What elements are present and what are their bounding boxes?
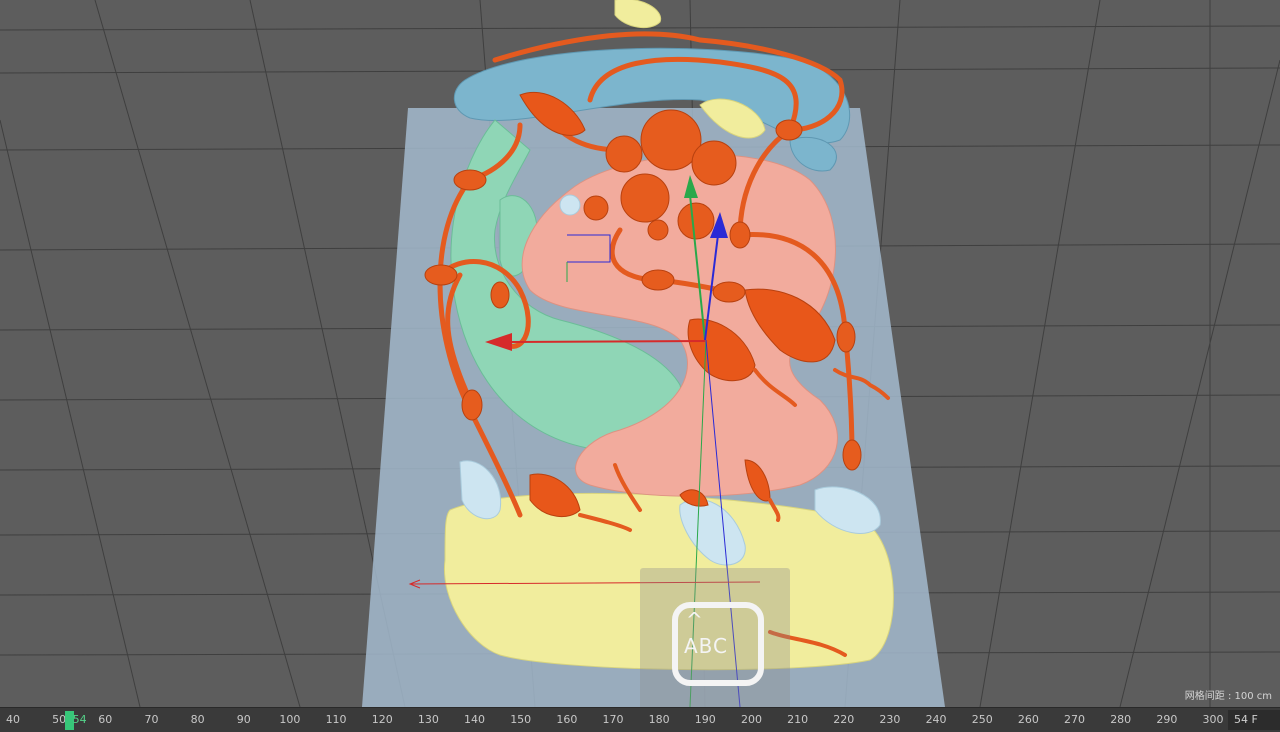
tick-label: 140 xyxy=(464,713,486,726)
tick-label: 280 xyxy=(1110,713,1132,726)
tick-label: 150 xyxy=(510,713,532,726)
text-abc-icon[interactable]: ^ ABC xyxy=(672,602,764,686)
tick-label: 100 xyxy=(279,713,301,726)
tick-label: 120 xyxy=(371,713,393,726)
tick-label: 180 xyxy=(648,713,670,726)
tick-label: 60 xyxy=(98,713,113,726)
tick-label: 40 xyxy=(6,713,20,726)
grid-spacing-label: 网格间距 : 100 cm xyxy=(1184,691,1272,702)
current-frame-label: 54 xyxy=(72,713,87,726)
timeline-ruler[interactable]: 40 50 54 60 70 80 90 100 110 120 130 140 150 160 170 18… xyxy=(0,708,1224,732)
tick-label: 190 xyxy=(694,713,716,726)
tick-label: 290 xyxy=(1156,713,1178,726)
abc-label: ABC xyxy=(684,634,729,658)
tick-label: 130 xyxy=(417,713,439,726)
tick-label: 90 xyxy=(236,713,251,726)
tick-label: 160 xyxy=(556,713,578,726)
tick-label: 110 xyxy=(325,713,347,726)
3d-viewport[interactable]: ^ ABC 网格间距 : 100 cm xyxy=(0,0,1280,707)
tick-label: 260 xyxy=(1017,713,1039,726)
tick-label: 300 xyxy=(1202,713,1224,726)
timeline-bar[interactable]: 40 50 54 60 70 80 90 100 110 120 130 140 150 160 170 18… xyxy=(0,707,1280,732)
tick-label: 170 xyxy=(602,713,624,726)
tick-label: 70 xyxy=(144,713,159,726)
tick-label: 250 xyxy=(971,713,993,726)
caret-icon: ^ xyxy=(686,608,703,632)
tick-label: 230 xyxy=(879,713,901,726)
tick-label: 80 xyxy=(190,713,205,726)
tick-label: 220 xyxy=(833,713,855,726)
current-frame-field[interactable]: 54 F xyxy=(1228,710,1280,730)
tick-label: 200 xyxy=(740,713,762,726)
tick-label: 210 xyxy=(787,713,809,726)
tick-label: 270 xyxy=(1064,713,1086,726)
tick-label: 240 xyxy=(925,713,947,726)
